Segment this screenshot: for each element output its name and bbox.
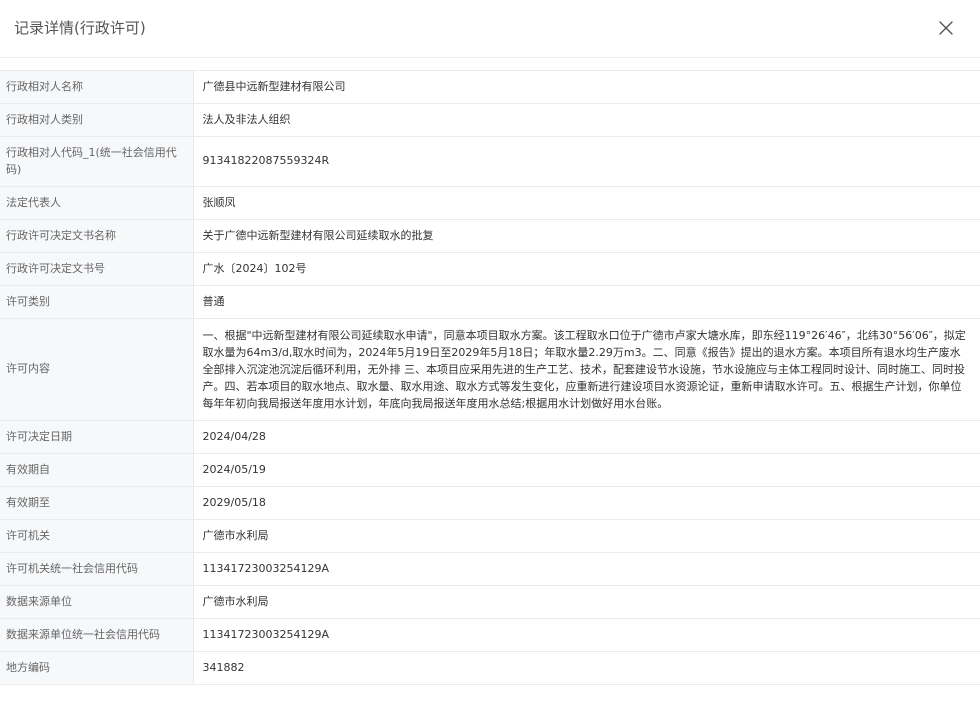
dialog-title: 记录详情(行政许可)	[14, 19, 146, 37]
close-button[interactable]	[932, 14, 960, 42]
close-icon	[939, 21, 953, 35]
row-value: 2029/05/18	[202, 495, 266, 509]
table-row: 行政许可决定文书号 广水〔2024〕102号	[0, 252, 980, 286]
detail-table: 行政相对人名称 广德县中远新型建材有限公司 行政相对人类别 法人及非法人组织 行…	[0, 70, 980, 685]
dialog-header: 记录详情(行政许可)	[0, 0, 980, 58]
table-row: 许可决定日期 2024/04/28	[0, 420, 980, 454]
table-row: 数据来源单位 广德市水利局	[0, 585, 980, 619]
row-label: 行政许可决定文书号	[0, 252, 194, 286]
table-row: 行政许可决定文书名称 关于广德中远新型建材有限公司延续取水的批复	[0, 219, 980, 253]
table-row: 许可机关统一社会信用代码 11341723003254129A	[0, 552, 980, 586]
row-value: 11341723003254129A	[202, 561, 330, 575]
row-label: 行政许可决定文书名称	[0, 219, 194, 253]
row-label: 行政相对人代码_1(统一社会信用代码)	[0, 136, 194, 187]
table-row: 法定代表人 张顺凤	[0, 186, 980, 220]
row-label: 许可决定日期	[0, 420, 194, 454]
row-label: 许可内容	[0, 318, 194, 421]
row-value: 法人及非法人组织	[202, 112, 291, 126]
row-label: 地方编码	[0, 651, 194, 685]
row-value: 广水〔2024〕102号	[202, 261, 307, 275]
row-label: 法定代表人	[0, 186, 194, 220]
row-label: 数据来源单位统一社会信用代码	[0, 618, 194, 652]
table-row: 数据来源单位统一社会信用代码 11341723003254129A	[0, 618, 980, 652]
row-value: 91341822087559324R	[202, 154, 330, 168]
row-label: 行政相对人类别	[0, 103, 194, 137]
row-label: 许可机关	[0, 519, 194, 553]
row-value: 2024/04/28	[202, 429, 266, 443]
row-value: 广德市水利局	[202, 594, 269, 608]
row-value: 普通	[202, 294, 225, 308]
table-row: 有效期至 2029/05/18	[0, 486, 980, 520]
row-value: 广德县中远新型建材有限公司	[202, 79, 346, 93]
row-value: 341882	[202, 660, 245, 674]
row-label: 许可机关统一社会信用代码	[0, 552, 194, 586]
row-value: 关于广德中远新型建材有限公司延续取水的批复	[202, 228, 434, 242]
row-label: 有效期自	[0, 453, 194, 487]
row-value: 广德市水利局	[202, 528, 269, 542]
table-row: 许可类别 普通	[0, 285, 980, 319]
row-label: 许可类别	[0, 285, 194, 319]
record-detail-dialog: 记录详情(行政许可) 行政相对人名称 广德县中远新型建材有限公司 行政相对人类别…	[0, 0, 980, 716]
table-row: 许可内容 一、根据"中远新型建材有限公司延续取水申请"，同意本项目取水方案。该工…	[0, 318, 980, 421]
table-row: 许可机关 广德市水利局	[0, 519, 980, 553]
table-row: 有效期自 2024/05/19	[0, 453, 980, 487]
row-label: 行政相对人名称	[0, 70, 194, 104]
row-label: 有效期至	[0, 486, 194, 520]
row-value: 2024/05/19	[202, 462, 266, 476]
table-row: 行政相对人名称 广德县中远新型建材有限公司	[0, 70, 980, 104]
row-value: 11341723003254129A	[202, 627, 330, 641]
table-row: 行政相对人代码_1(统一社会信用代码) 91341822087559324R	[0, 136, 980, 187]
row-value: 一、根据"中远新型建材有限公司延续取水申请"，同意本项目取水方案。该工程取水口位…	[202, 329, 966, 410]
table-row: 行政相对人类别 法人及非法人组织	[0, 103, 980, 137]
row-value: 张顺凤	[202, 195, 236, 209]
row-label: 数据来源单位	[0, 585, 194, 619]
table-row: 地方编码 341882	[0, 651, 980, 685]
